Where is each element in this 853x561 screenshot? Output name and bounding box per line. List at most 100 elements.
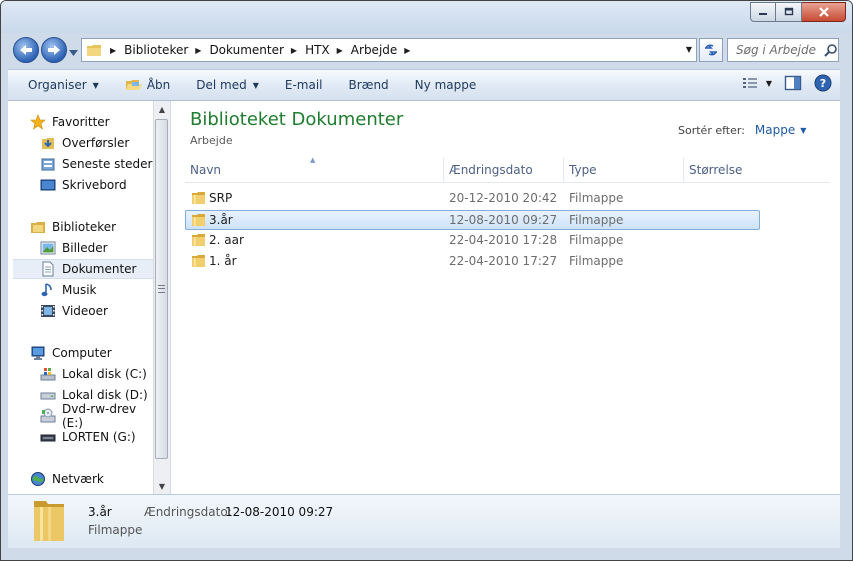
minimize-button[interactable]	[750, 2, 776, 22]
close-button[interactable]	[802, 2, 846, 22]
nav-computer-label: Computer	[52, 346, 112, 360]
organise-button[interactable]: Organiser ▼	[22, 73, 105, 97]
breadcrumb-label: Biblioteker	[124, 43, 189, 57]
breadcrumb-arrow-icon[interactable]: ▶	[291, 46, 297, 55]
arrow-left-icon	[20, 45, 32, 55]
file-type: Filmappe	[569, 254, 624, 268]
forward-button[interactable]	[41, 37, 67, 63]
new-folder-button[interactable]: Ny mappe	[409, 73, 483, 97]
file-date: 22-04-2010 17:27	[449, 254, 558, 268]
file-name: 1. år	[209, 254, 237, 268]
nav-videos[interactable]: Videoer	[40, 301, 153, 321]
nav-drive-c[interactable]: Lokal disk (C:)	[40, 364, 153, 384]
svg-text:?: ?	[820, 77, 826, 90]
breadcrumb-arrow-icon[interactable]: ▶	[195, 46, 201, 55]
column-header-type[interactable]: Type	[563, 158, 683, 182]
hard-drive-icon	[40, 387, 56, 403]
chevron-down-icon: ▼	[92, 80, 99, 90]
nav-libraries[interactable]: Biblioteker	[30, 217, 153, 237]
nav-documents-label: Dokumenter	[62, 262, 137, 276]
back-button[interactable]	[13, 37, 39, 63]
details-file-name: 3.år	[88, 505, 112, 519]
navigation-scrollbar[interactable]: ▲ ▼	[153, 101, 170, 494]
folder-icon	[87, 45, 101, 56]
file-row[interactable]: 1. år 22-04-2010 17:27 Filmappe	[185, 252, 760, 272]
removable-drive-icon	[40, 429, 56, 445]
nav-network[interactable]: Netværk	[30, 469, 153, 489]
burn-label: Brænd	[348, 78, 389, 92]
nav-downloads-label: Overførsler	[62, 136, 130, 150]
nav-documents[interactable]: Dokumenter	[13, 259, 153, 279]
breadcrumb-root-arrow-icon[interactable]: ▶	[110, 46, 116, 55]
chevron-down-icon: ▼	[252, 80, 259, 90]
file-row-selected[interactable]: 3.år 12-08-2010 09:27 Filmappe	[185, 210, 760, 230]
nav-libraries-label: Biblioteker	[52, 220, 117, 234]
preview-pane-button[interactable]	[784, 75, 802, 91]
refresh-button[interactable]	[699, 38, 723, 62]
column-header-size[interactable]: Størrelse	[683, 158, 830, 182]
scroll-up-button[interactable]: ▲	[154, 101, 170, 117]
nav-recent-places[interactable]: Seneste steder	[40, 154, 153, 174]
computer-icon	[30, 345, 46, 361]
nav-drive-e[interactable]: Dvd-rw-drev (E:)	[40, 402, 153, 430]
breadcrumb-arrow-icon[interactable]: ▶	[337, 46, 343, 55]
nav-pictures[interactable]: Billeder	[40, 238, 153, 258]
details-date-value: 12-08-2010 09:27	[225, 505, 334, 519]
folder-icon	[191, 211, 207, 229]
breadcrumb-item[interactable]: Biblioteker	[124, 43, 188, 57]
file-row[interactable]: SRP 20-12-2010 20:42 Filmappe	[185, 189, 760, 209]
column-header-label: Størrelse	[689, 163, 743, 177]
address-history-dropdown[interactable]: ▼	[686, 45, 692, 54]
library-subtitle: Arbejde	[190, 134, 233, 147]
search-input[interactable]	[728, 42, 824, 58]
nav-downloads[interactable]: Overførsler	[40, 133, 153, 153]
breadcrumb-item[interactable]: Dokumenter	[209, 43, 283, 57]
nav-computer[interactable]: Computer	[30, 343, 153, 363]
chevron-down-icon[interactable]: ▼	[800, 126, 806, 135]
system-drive-icon	[40, 366, 56, 382]
nav-desktop[interactable]: Skrivebord	[40, 175, 153, 195]
file-row[interactable]: 2. aar 22-04-2010 17:28 Filmappe	[185, 231, 760, 251]
documents-icon	[40, 261, 56, 277]
chevron-down-icon[interactable]: ▼	[766, 79, 772, 88]
share-with-button[interactable]: Del med ▼	[190, 73, 265, 97]
file-type: Filmappe	[569, 233, 624, 247]
title-bar	[1, 1, 852, 33]
burn-button[interactable]: Brænd	[343, 73, 395, 97]
nav-music[interactable]: Musik	[40, 280, 153, 300]
maximize-button[interactable]	[776, 2, 802, 22]
nav-favorites[interactable]: Favoritter	[30, 112, 153, 132]
command-bar: Organiser ▼ Åbn Del med ▼ E-mail Brænd N…	[8, 69, 840, 101]
search-icon[interactable]	[824, 43, 838, 57]
address-row: ▶ Biblioteker ▶ Dokumenter ▶ HTX ▶ Arbej…	[1, 35, 852, 65]
music-icon	[40, 282, 56, 298]
breadcrumb-item[interactable]: HTX	[305, 43, 330, 57]
nav-drive-c-label: Lokal disk (C:)	[62, 367, 147, 381]
recent-places-icon	[40, 156, 56, 172]
column-header-date[interactable]: Ændringsdato	[443, 158, 563, 182]
address-bar[interactable]: ▶ Biblioteker ▶ Dokumenter ▶ HTX ▶ Arbej…	[81, 38, 697, 62]
help-button[interactable]: ?	[814, 74, 832, 92]
search-box[interactable]	[727, 38, 839, 62]
file-type: Filmappe	[569, 213, 624, 227]
sort-by-value[interactable]: Mappe	[755, 123, 795, 137]
file-date: 20-12-2010 20:42	[449, 191, 558, 205]
column-header-name[interactable]: Navn	[185, 158, 443, 182]
breadcrumb-arrow-icon[interactable]: ▶	[404, 46, 410, 55]
change-view-button[interactable]: ▼	[742, 76, 772, 90]
email-button[interactable]: E-mail	[279, 73, 329, 97]
breadcrumb-item[interactable]: Arbejde	[351, 43, 397, 57]
scroll-thumb[interactable]	[155, 119, 168, 459]
file-date: 22-04-2010 17:28	[449, 233, 558, 247]
new-folder-label: Ny mappe	[414, 78, 477, 92]
open-button[interactable]: Åbn	[119, 73, 176, 97]
minimize-icon	[759, 13, 767, 15]
file-list-pane: Biblioteket Dokumenter Arbejde Sortér ef…	[171, 101, 840, 494]
arrow-right-icon	[48, 45, 60, 55]
breadcrumb-label: HTX	[305, 43, 330, 57]
breadcrumb-label: Arbejde	[350, 43, 398, 57]
downloads-icon	[40, 135, 56, 151]
scroll-down-button[interactable]: ▼	[154, 478, 170, 494]
recent-pages-button[interactable]	[69, 45, 78, 59]
nav-drive-g[interactable]: LORTEN (G:)	[40, 427, 153, 447]
